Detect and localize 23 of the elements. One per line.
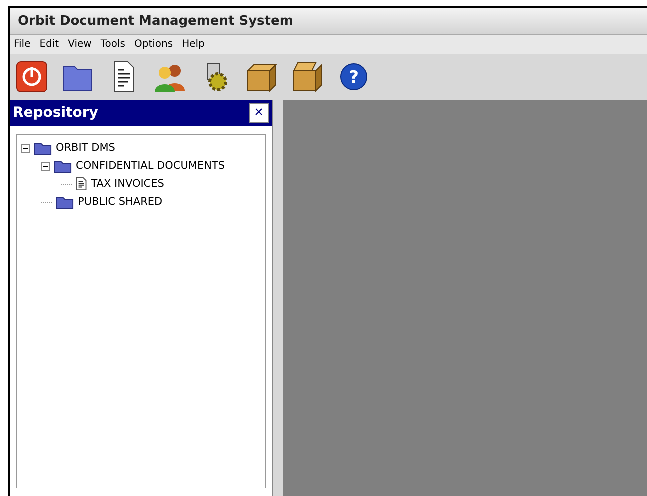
window-title: Orbit Document Management System	[10, 8, 647, 35]
tree-item-label[interactable]: PUBLIC SHARED	[78, 196, 163, 208]
tree-item-label[interactable]: TAX INVOICES	[91, 178, 164, 190]
power-icon[interactable]	[16, 61, 48, 93]
tree-item-label[interactable]: CONFIDENTIAL DOCUMENTS	[76, 160, 226, 172]
menu-item[interactable]: Edit	[40, 39, 60, 50]
close-button[interactable]: ×	[249, 103, 269, 123]
folder-icon	[54, 158, 72, 174]
document-icon	[76, 177, 88, 191]
box-icon[interactable]	[246, 61, 278, 93]
collapse-toggle[interactable]	[41, 162, 50, 170]
folder-icon	[34, 140, 52, 156]
folder-icon	[56, 194, 74, 210]
menu-item[interactable]: File	[14, 39, 31, 50]
menu-item[interactable]: View	[68, 39, 92, 50]
panel-title: Repository	[13, 105, 98, 121]
menu-item[interactable]: Options	[134, 39, 174, 50]
help-icon[interactable]: ?	[338, 61, 370, 93]
tree-item-label[interactable]: ORBIT DMS	[56, 142, 116, 154]
menu-item[interactable]: Help	[182, 39, 205, 50]
open-box-icon[interactable]	[292, 61, 324, 93]
collapse-toggle[interactable]	[21, 144, 30, 152]
menu-item[interactable]: Tools	[100, 39, 126, 50]
